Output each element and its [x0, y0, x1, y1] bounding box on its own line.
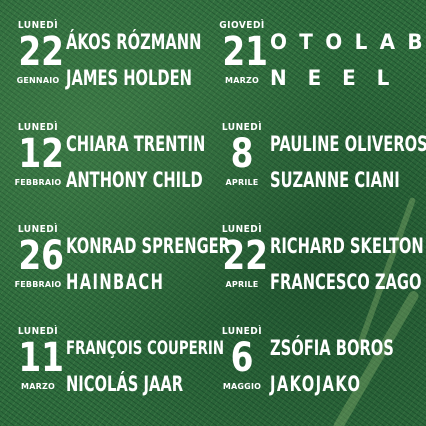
event-day: 22	[18, 29, 64, 75]
event-month: FEBBRAIO	[14, 280, 62, 289]
event-artists: CHIARA TRENTIN ANTHONY CHILD	[66, 126, 226, 198]
event-month: APRILE	[225, 280, 259, 289]
event-card-7: LUNEDÌ 11 MARZO FRANÇOIS COUPERIN NICOLÁ…	[14, 326, 224, 416]
artist-name: KONRAD SPRENGER	[66, 234, 230, 258]
event-date: LUNEDÌ 11 MARZO	[14, 326, 64, 412]
event-card-3: LUNEDÌ 12 FEBBRAIO CHIARA TRENTIN ANTHON…	[14, 122, 214, 212]
artist-name: FRANÇOIS COUPERIN	[66, 337, 225, 359]
event-day: 21	[222, 29, 268, 75]
event-artists: KONRAD SPRENGER HAINBACH	[66, 228, 230, 300]
event-month: MARZO	[21, 382, 55, 391]
artist-name: JAMES HOLDEN	[66, 66, 192, 90]
artist-name: ÁKOS RÓZMANN	[66, 30, 202, 54]
artist-name: JAKOJAKO	[270, 372, 362, 396]
event-card-8: LUNEDÌ 6 MAGGIO ZSÓFIA BOROS JAKOJAKO	[218, 326, 418, 416]
event-card-4: LUNEDÌ 8 APRILE PAULINE OLIVEROS SUZANNE…	[218, 122, 426, 212]
event-day: 11	[18, 335, 64, 381]
event-date: LUNEDÌ 22 APRILE	[218, 224, 268, 310]
event-month: APRILE	[225, 178, 259, 187]
event-day: 8	[230, 131, 254, 177]
event-day: 22	[222, 233, 268, 279]
artist-name: FRANCESCO ZAGO	[270, 270, 422, 294]
artist-name: PAULINE OLIVEROS	[270, 132, 426, 156]
event-card-5: LUNEDÌ 26 FEBBRAIO KONRAD SPRENGER HAINB…	[14, 224, 230, 314]
event-day: 12	[18, 131, 64, 177]
artist-name: RICHARD SKELTON	[270, 234, 424, 258]
event-artists: ZSÓFIA BOROS JAKOJAKO	[270, 330, 426, 402]
event-artists: OTOLAB NEEL	[270, 24, 426, 96]
event-date: LUNEDÌ 8 APRILE	[218, 122, 266, 208]
artist-name: ZSÓFIA BOROS	[270, 336, 394, 360]
event-day: 26	[18, 233, 64, 279]
event-artists: RICHARD SKELTON FRANCESCO ZAGO	[270, 228, 426, 300]
artist-name: SUZANNE CIANI	[270, 168, 400, 192]
event-card-6: LUNEDÌ 22 APRILE RICHARD SKELTON FRANCES…	[218, 224, 424, 314]
event-card-2: GIOVEDÌ 21 MARZO OTOLAB NEEL	[218, 20, 422, 110]
event-month: FEBBRAIO	[14, 178, 62, 187]
event-artists: PAULINE OLIVEROS SUZANNE CIANI	[270, 126, 426, 198]
artist-name: ANTHONY CHILD	[66, 168, 203, 192]
artist-name: NEEL	[270, 66, 411, 90]
event-artists: ÁKOS RÓZMANN JAMES HOLDEN	[66, 24, 226, 96]
artist-name: CHIARA TRENTIN	[66, 132, 206, 156]
artist-name: NICOLÁS JAAR	[66, 372, 184, 396]
event-artists: FRANÇOIS COUPERIN NICOLÁS JAAR	[66, 330, 226, 402]
artist-name: OTOLAB	[270, 30, 426, 54]
event-month: MARZO	[225, 76, 259, 85]
event-date: LUNEDÌ 6 MAGGIO	[218, 326, 266, 412]
event-card-1: LUNEDÌ 22 GENNAIO ÁKOS RÓZMANN JAMES HOL…	[14, 20, 214, 110]
event-date: LUNEDÌ 26 FEBBRAIO	[14, 224, 64, 310]
event-day: 6	[230, 335, 254, 381]
event-date: GIOVEDÌ 21 MARZO	[218, 20, 268, 106]
event-date: LUNEDÌ 12 FEBBRAIO	[14, 122, 64, 208]
event-date: LUNEDÌ 22 GENNAIO	[14, 20, 64, 106]
event-month: GENNAIO	[16, 76, 60, 85]
artist-name: HAINBACH	[66, 270, 165, 294]
event-month: MAGGIO	[222, 382, 262, 391]
